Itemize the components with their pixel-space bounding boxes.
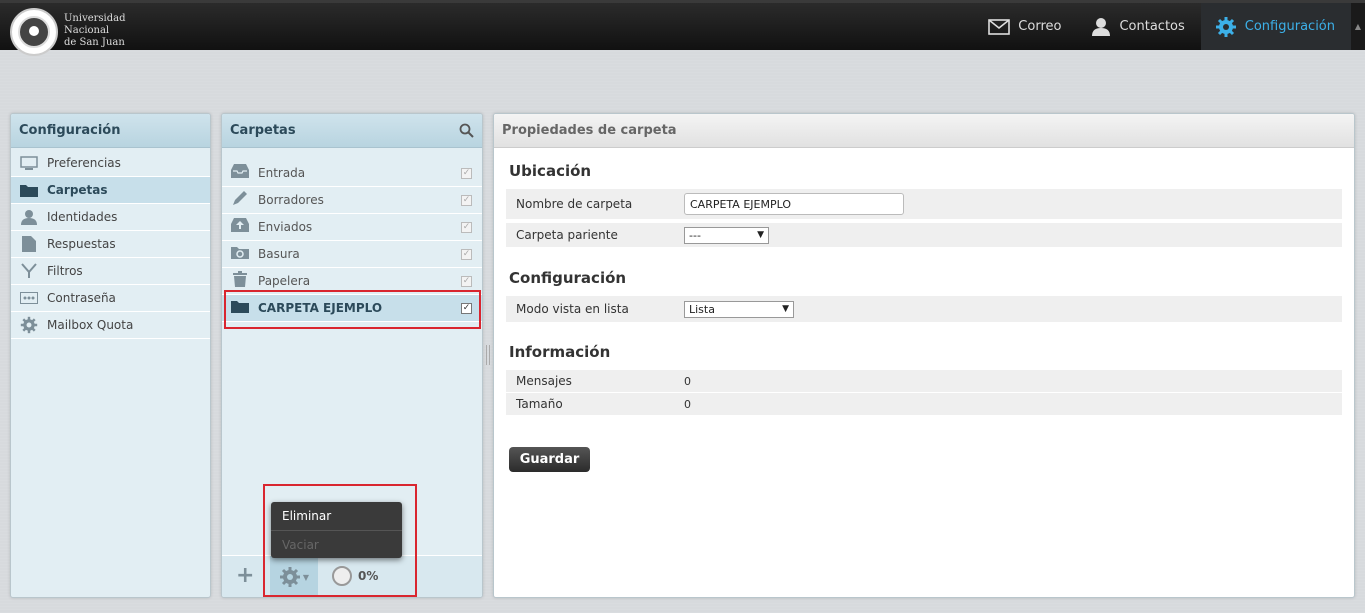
settings-item-identidades[interactable]: Identidades [11,204,210,231]
mail-icon [988,18,1011,35]
parent-folder-select[interactable]: --- ▼ [684,226,769,244]
settings-item-preferencias[interactable]: Preferencias [11,150,210,177]
password-icon [19,289,39,307]
folder-item-basura[interactable]: Basura ✓ [222,241,482,268]
nav-contactos[interactable]: Contactos [1077,3,1200,50]
menu-item-eliminar[interactable]: Eliminar [271,502,402,530]
section-configuracion: Configuración [509,269,627,287]
row-messages: Mensajes 0 [506,370,1342,392]
filter-icon [19,262,39,280]
monitor-icon [19,154,39,172]
add-folder-button[interactable]: + [236,565,254,587]
folder-item-enviados[interactable]: Enviados ✓ [222,214,482,241]
folder-item-entrada[interactable]: Entrada ✓ [222,160,482,187]
list-mode-select[interactable]: Lista ▼ [684,300,794,318]
logo-text: Universidad Nacional de San Juan [64,13,126,48]
section-informacion: Información [509,343,611,361]
subscribe-checkbox[interactable]: ✓ [461,276,472,287]
highlight-box-folder [224,290,481,329]
trash-icon [230,271,250,291]
folder-icon [19,181,39,199]
settings-item-respuestas[interactable]: Respuestas [11,231,210,258]
row-parent-folder: Carpeta pariente --- ▼ [506,223,1342,247]
section-ubicacion: Ubicación [509,162,592,180]
search-icon[interactable] [459,123,474,138]
nav-more-arrow[interactable]: ▲ [1351,3,1365,50]
panel-splitter[interactable] [486,345,490,365]
save-button[interactable]: Guardar [509,447,590,472]
settings-item-contrasena[interactable]: Contraseña [11,285,210,312]
menu-item-vaciar: Vaciar [271,530,402,558]
folders-panel-title: Carpetas [230,123,296,138]
settings-item-filtros[interactable]: Filtros [11,258,210,285]
properties-title: Propiedades de carpeta [494,114,1354,148]
subscribe-checkbox[interactable]: ✓ [461,195,472,206]
recycle-icon [230,245,250,263]
settings-panel: Configuración Preferencias Carpetas Iden… [10,113,211,598]
top-nav: Correo Contactos Configuración ▲ [974,3,1365,50]
inbox-icon [230,164,250,182]
user-icon [19,208,39,226]
top-bar: Universidad Nacional de San Juan Correo … [0,0,1365,56]
settings-item-mailbox-quota[interactable]: Mailbox Quota [11,312,210,339]
settings-menu: Preferencias Carpetas Identidades Respue… [11,150,210,339]
document-icon [19,235,39,253]
gear-icon [1215,16,1236,37]
subscribe-checkbox[interactable]: ✓ [461,222,472,233]
folders-panel-header: Carpetas [222,114,482,148]
sent-icon [230,218,250,236]
row-list-mode: Modo vista en lista Lista ▼ [506,296,1342,322]
folder-item-borradores[interactable]: Borradores ✓ [222,187,482,214]
nav-configuracion[interactable]: Configuración [1200,3,1351,50]
pencil-icon [230,190,250,210]
folder-name-input[interactable] [684,193,904,215]
settings-item-carpetas[interactable]: Carpetas [11,177,210,204]
university-logo[interactable] [10,8,58,56]
dropdown-arrow-icon: ▼ [782,304,789,314]
folder-actions-menu: Eliminar Vaciar [271,502,402,558]
gear-icon [19,316,39,334]
row-size: Tamaño 0 [506,393,1342,415]
folder-properties-panel: Propiedades de carpeta Ubicación Nombre … [493,113,1355,598]
dropdown-arrow-icon: ▼ [757,230,764,240]
subscribe-checkbox[interactable]: ✓ [461,168,472,179]
subscribe-checkbox[interactable]: ✓ [461,249,472,260]
nav-correo[interactable]: Correo [974,3,1077,50]
row-folder-name: Nombre de carpeta [506,189,1342,219]
settings-panel-title: Configuración [11,114,210,148]
user-icon [1092,17,1111,36]
